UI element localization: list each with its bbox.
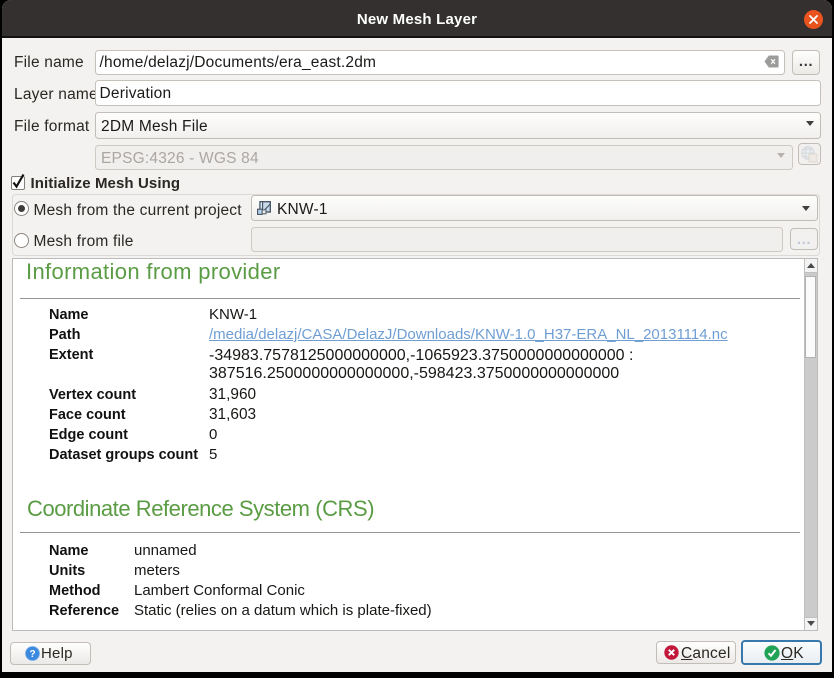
svg-text:?: ? [29,649,35,660]
